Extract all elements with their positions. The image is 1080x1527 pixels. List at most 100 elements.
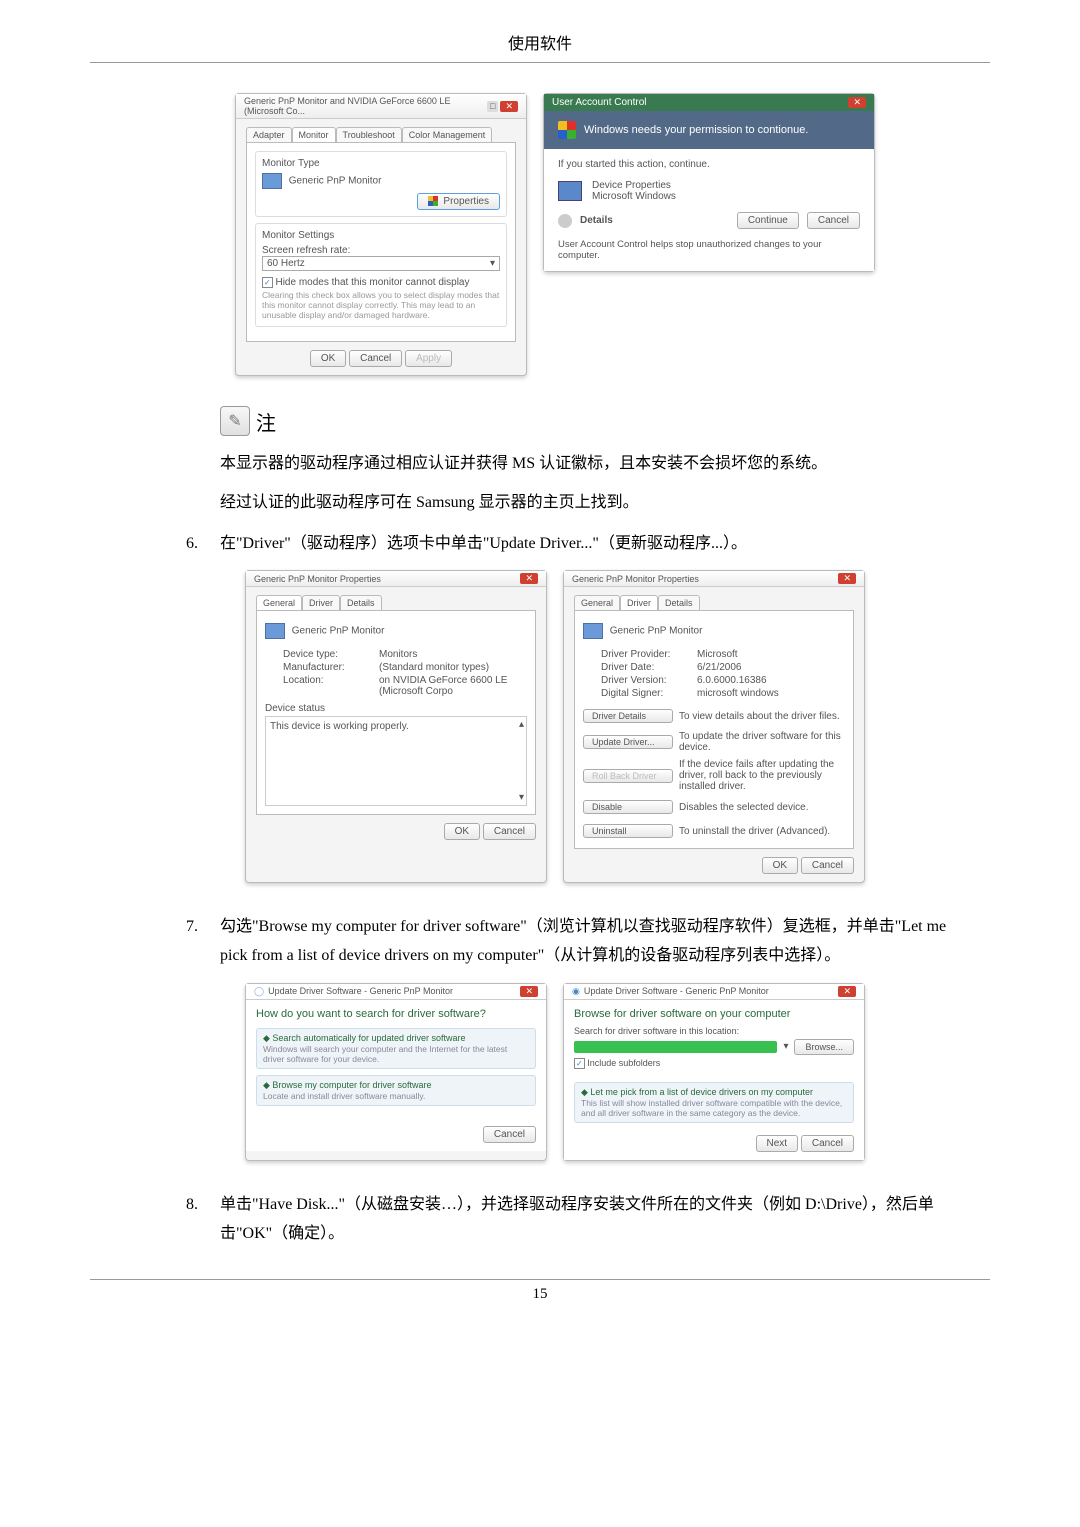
step-8-number: 8. bbox=[152, 1191, 220, 1249]
include-subfolders-label: Include subfolders bbox=[587, 1058, 660, 1068]
close-icon[interactable]: ✕ bbox=[520, 573, 538, 584]
cancel-button[interactable]: Cancel bbox=[801, 1135, 854, 1152]
paragraph-1: 本显示器的驱动程序通过相应认证并获得 MS 认证徽标，且本安装不会损坏您的系统。 bbox=[220, 450, 960, 479]
rollback-driver-desc: If the device fails after updating the d… bbox=[679, 759, 845, 792]
dialog-title-text: Generic PnP Monitor and NVIDIA GeForce 6… bbox=[244, 96, 487, 116]
search-location-label: Search for driver software in this locat… bbox=[574, 1026, 854, 1036]
tab-general[interactable]: General bbox=[574, 595, 620, 610]
dialog-title-text: Generic PnP Monitor Properties bbox=[572, 574, 699, 584]
dialog-title-text: Generic PnP Monitor Properties bbox=[254, 574, 381, 584]
v-location: on NVIDIA GeForce 6600 LE (Microsoft Cor… bbox=[379, 675, 527, 697]
back-icon[interactable]: ◯ bbox=[254, 986, 264, 997]
wizard-heading: How do you want to search for driver sof… bbox=[256, 1008, 536, 1020]
driver-details-button[interactable]: Driver Details bbox=[583, 709, 673, 723]
chevron-down-icon: ▾ bbox=[490, 258, 495, 269]
page-header-title: 使用软件 bbox=[90, 30, 990, 54]
ok-button[interactable]: OK bbox=[444, 823, 480, 840]
search-auto-option[interactable]: ◆ Search automatically for updated drive… bbox=[256, 1028, 536, 1069]
include-subfolders-checkbox[interactable]: ✓ bbox=[574, 1058, 585, 1069]
l-provider: Driver Provider: bbox=[601, 649, 691, 660]
location-field[interactable] bbox=[574, 1041, 777, 1053]
v-manufacturer: (Standard monitor types) bbox=[379, 662, 527, 673]
device-icon bbox=[558, 181, 582, 201]
v-signer: microsoft windows bbox=[697, 688, 845, 699]
wizard-title: Update Driver Software - Generic PnP Mon… bbox=[268, 986, 453, 996]
device-properties-driver: Generic PnP Monitor Properties ✕ General… bbox=[563, 570, 865, 883]
close-icon[interactable]: ✕ bbox=[838, 573, 856, 584]
scroll-down-icon[interactable]: ▾ bbox=[519, 792, 524, 803]
tab-color-management[interactable]: Color Management bbox=[402, 127, 493, 142]
monitor-icon bbox=[583, 623, 603, 639]
v-device-type: Monitors bbox=[379, 649, 527, 660]
cancel-button[interactable]: Cancel bbox=[483, 1126, 536, 1143]
uac-details[interactable]: Details bbox=[580, 215, 729, 226]
cancel-button[interactable]: Cancel bbox=[807, 212, 860, 229]
tab-troubleshoot[interactable]: Troubleshoot bbox=[336, 127, 402, 142]
properties-button[interactable]: Properties bbox=[417, 193, 500, 210]
hide-modes-checkbox[interactable]: ✓ bbox=[262, 277, 273, 288]
uac-title-text: User Account Control bbox=[552, 97, 647, 108]
cancel-button[interactable]: Cancel bbox=[483, 823, 536, 840]
tab-monitor[interactable]: Monitor bbox=[292, 127, 336, 142]
close-icon[interactable]: ✕ bbox=[500, 101, 518, 112]
chevron-down-icon[interactable]: ▾ bbox=[783, 1041, 788, 1052]
ok-button[interactable]: OK bbox=[310, 350, 346, 367]
cancel-button[interactable]: Cancel bbox=[349, 350, 402, 367]
step-7-number: 7. bbox=[152, 913, 220, 971]
continue-button[interactable]: Continue bbox=[737, 212, 799, 229]
tab-general[interactable]: General bbox=[256, 595, 302, 610]
monitor-settings-dialog: Generic PnP Monitor and NVIDIA GeForce 6… bbox=[235, 93, 527, 376]
note-icon: ✎ bbox=[220, 406, 250, 436]
shield-icon bbox=[428, 196, 438, 206]
v-date: 6/21/2006 bbox=[697, 662, 845, 673]
let-me-pick-option[interactable]: ◆ Let me pick from a list of device driv… bbox=[574, 1082, 854, 1123]
back-icon[interactable]: ◉ bbox=[572, 986, 580, 997]
step-7-text: 勾选"Browse my computer for driver softwar… bbox=[220, 913, 960, 971]
l-date: Driver Date: bbox=[601, 662, 691, 673]
browse-computer-option[interactable]: ◆ Browse my computer for driver software… bbox=[256, 1075, 536, 1106]
disable-desc: Disables the selected device. bbox=[679, 802, 845, 813]
step-6-number: 6. bbox=[152, 530, 220, 559]
tab-details[interactable]: Details bbox=[340, 595, 382, 610]
uac-message: Windows needs your permission to contion… bbox=[584, 124, 808, 136]
hide-modes-desc: Clearing this check box allows you to se… bbox=[262, 290, 500, 320]
browse-button[interactable]: Browse... bbox=[794, 1039, 854, 1055]
close-icon[interactable]: ✕ bbox=[520, 986, 538, 997]
uac-device-prop: Device Properties bbox=[592, 180, 676, 191]
disable-button[interactable]: Disable bbox=[583, 800, 673, 814]
cancel-button[interactable]: Cancel bbox=[801, 857, 854, 874]
monitor-name: Generic PnP Monitor bbox=[289, 176, 382, 187]
tab-details[interactable]: Details bbox=[658, 595, 700, 610]
ok-button[interactable]: OK bbox=[762, 857, 798, 874]
uac-continue-if: If you started this action, continue. bbox=[558, 159, 860, 170]
scroll-up-icon[interactable]: ▴ bbox=[519, 719, 524, 730]
l-manufacturer: Manufacturer: bbox=[283, 662, 373, 673]
tab-driver[interactable]: Driver bbox=[620, 595, 658, 610]
tab-driver[interactable]: Driver bbox=[302, 595, 340, 610]
update-driver-desc: To update the driver software for this d… bbox=[679, 731, 845, 753]
shield-icon bbox=[558, 121, 576, 139]
v-version: 6.0.6000.16386 bbox=[697, 675, 845, 686]
rollback-driver-button[interactable]: Roll Back Driver bbox=[583, 769, 673, 783]
monitor-icon bbox=[262, 173, 282, 189]
apply-button[interactable]: Apply bbox=[405, 350, 452, 367]
close-icon[interactable]: ✕ bbox=[848, 97, 866, 108]
wizard-heading: Browse for driver software on your compu… bbox=[574, 1008, 854, 1020]
v-provider: Microsoft bbox=[697, 649, 845, 660]
window-controls[interactable]: □ ✕ bbox=[487, 101, 518, 112]
uninstall-button[interactable]: Uninstall bbox=[583, 824, 673, 838]
tabs: Adapter Monitor Troubleshoot Color Manag… bbox=[246, 127, 516, 142]
uac-dialog: User Account Control ✕ Windows needs you… bbox=[543, 93, 875, 272]
note-label: 注 bbox=[256, 407, 276, 436]
refresh-rate-select[interactable]: 60 Hertz▾ bbox=[262, 256, 500, 271]
uninstall-desc: To uninstall the driver (Advanced). bbox=[679, 826, 845, 837]
step-6-text: 在"Driver"（驱动程序）选项卡中单击"Update Driver..."（… bbox=[220, 530, 747, 559]
next-button[interactable]: Next bbox=[756, 1135, 799, 1152]
refresh-rate-label: Screen refresh rate: bbox=[262, 245, 500, 256]
expand-icon[interactable] bbox=[558, 214, 572, 228]
update-driver-wizard-1: ◯ Update Driver Software - Generic PnP M… bbox=[245, 983, 547, 1161]
uac-footer-text: User Account Control helps stop unauthor… bbox=[558, 239, 860, 261]
update-driver-button[interactable]: Update Driver... bbox=[583, 735, 673, 749]
close-icon[interactable]: ✕ bbox=[838, 986, 856, 997]
tab-adapter[interactable]: Adapter bbox=[246, 127, 292, 142]
